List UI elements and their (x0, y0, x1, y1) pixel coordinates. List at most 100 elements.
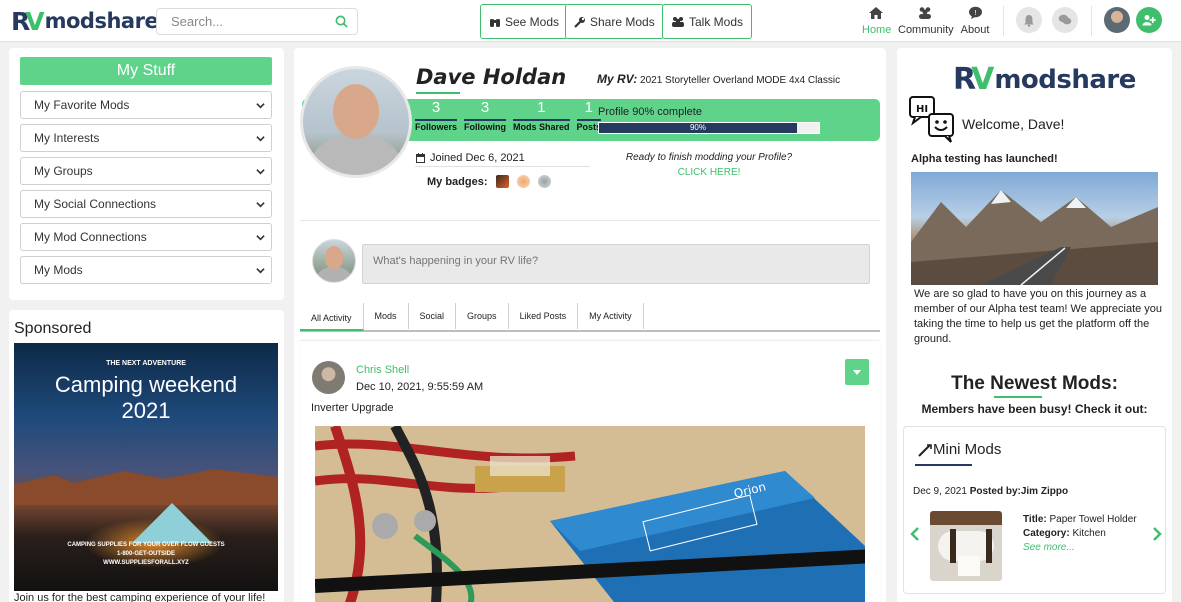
post-composer-input[interactable] (362, 244, 870, 284)
welcome-message: Welcome, Dave! (962, 116, 1065, 132)
chevron-down-icon (256, 235, 265, 241)
mini-mod-date: Dec 9, 2021 (913, 486, 967, 497)
profile-panel: 3 Followers 3 Following 1 Mods Shared 1 … (294, 48, 886, 602)
select-label: My Groups (34, 164, 93, 178)
newest-mods-title: The Newest Mods: (951, 373, 1118, 394)
mini-mod-thumbnail[interactable] (930, 511, 1002, 581)
my-mod-connections-select[interactable]: My Mod Connections (20, 223, 272, 251)
modshare-logo[interactable]: RV modshare (11, 7, 159, 36)
nav-community[interactable]: Community (898, 6, 954, 36)
calendar-icon (416, 153, 425, 163)
ad-title-line-2: 2021 (121, 398, 171, 423)
post-author-name[interactable]: Chris Shell (356, 364, 409, 376)
user-avatar[interactable] (1104, 7, 1130, 33)
nav-about[interactable]: ! About (960, 6, 990, 36)
select-label: My Mods (34, 263, 83, 277)
chevron-down-icon (256, 169, 265, 175)
profile-progress-label: Profile 90% complete (598, 106, 702, 118)
hi-chat-icon: HI (909, 96, 954, 143)
pencil-icon (918, 443, 932, 457)
joined-date: Joined Dec 6, 2021 (416, 152, 525, 164)
divider (300, 220, 880, 221)
sponsored-ad-image[interactable]: THE NEXT ADVENTURE Camping weekend 2021 … (14, 343, 278, 591)
mini-mod-info: Title: Paper Towel Holder Category: Kitc… (1023, 513, 1137, 555)
search-icon[interactable] (335, 15, 348, 33)
bell-icon (1024, 14, 1034, 27)
my-rv: My RV: 2021 Storyteller Overland MODE 4x… (597, 72, 840, 86)
stat-label: Following (464, 119, 507, 132)
stat-label: Followers (415, 119, 458, 132)
my-social-connections-select[interactable]: My Social Connections (20, 190, 272, 218)
mini-mod-meta: Dec 9, 2021 Posted by:Jim Zippo (913, 486, 1068, 497)
post-date: Dec 10, 2021, 9:55:59 AM (356, 381, 484, 393)
alpha-mountain-photo (911, 172, 1158, 285)
nav-community-label: Community (898, 24, 954, 36)
see-more-link[interactable]: See more... (1023, 541, 1137, 555)
chevron-down-icon (256, 103, 265, 109)
my-stuff-header[interactable]: My Stuff (20, 57, 272, 85)
badge-icon[interactable] (537, 175, 551, 188)
search-input[interactable] (157, 9, 327, 34)
profile-name: Dave Holdan (416, 65, 567, 89)
chevron-left-icon[interactable] (910, 527, 920, 541)
tab-liked-posts[interactable]: Liked Posts (509, 303, 579, 329)
modshare-logo-large: RV modshare (953, 62, 1136, 97)
my-mods-select[interactable]: My Mods (20, 256, 272, 284)
wrench-icon (574, 16, 585, 28)
stat-label: Mods Shared (513, 119, 570, 132)
tab-social[interactable]: Social (409, 303, 457, 329)
stat-followers[interactable]: 3 Followers (415, 99, 458, 132)
category-label: Category: (1023, 528, 1070, 539)
stat-mods-shared[interactable]: 1 Mods Shared (513, 99, 570, 132)
alpha-announcement-text: We are so glad to have you on this journ… (914, 288, 1163, 345)
share-mods-button[interactable]: Share Mods (565, 4, 664, 39)
chevron-down-icon (256, 202, 265, 208)
profile-progress-bar: 90% (598, 122, 820, 134)
ad-title-line-1: Camping weekend (54, 372, 238, 397)
badge-icon[interactable] (495, 175, 509, 188)
tab-all-activity[interactable]: All Activity (300, 303, 364, 331)
notifications-button[interactable] (1016, 7, 1042, 33)
posted-by-label: Posted by: (969, 486, 1021, 497)
post-options-button[interactable] (845, 359, 869, 385)
nav-home-label: Home (862, 24, 892, 36)
post-text: Inverter Upgrade (311, 402, 394, 414)
stat-value: 3 (431, 99, 441, 116)
ad-kicker: THE NEXT ADVENTURE (106, 360, 186, 367)
binoculars-icon (490, 18, 500, 27)
see-mods-button[interactable]: See Mods (480, 4, 569, 39)
stat-following[interactable]: 3 Following (464, 99, 507, 132)
my-groups-select[interactable]: My Groups (20, 157, 272, 185)
my-favorite-mods-select[interactable]: My Favorite Mods (20, 91, 272, 119)
add-user-icon (1142, 15, 1156, 26)
messages-button[interactable] (1052, 7, 1078, 33)
ad-line-1: CAMPING SUPPLIES FOR YOUR OVER FLOW GUES… (67, 542, 225, 548)
nav-divider (1003, 6, 1004, 36)
add-user-button[interactable] (1136, 7, 1162, 33)
ad-cliffs (14, 469, 278, 505)
chevron-right-icon[interactable] (1152, 527, 1162, 541)
inverter-photo: Orion (315, 426, 865, 602)
nav-home[interactable]: Home (862, 6, 892, 36)
name-underline (416, 92, 460, 94)
post-author-avatar[interactable] (312, 361, 345, 394)
progress-fill: 90% (599, 123, 797, 133)
chevron-down-icon (256, 268, 265, 274)
finish-profile-prompt: Ready to finish modding your Profile? (625, 152, 793, 163)
stat-value: 1 (537, 99, 546, 116)
logo-wordmark: modshare (44, 9, 159, 33)
finish-profile-link[interactable]: CLICK HERE! (614, 167, 804, 178)
badge-icon[interactable] (516, 175, 530, 188)
logo-wordmark: modshare (994, 64, 1136, 95)
post-image[interactable]: Orion (315, 426, 865, 602)
my-interests-select[interactable]: My Interests (20, 124, 272, 152)
posted-by-name[interactable]: Jim Zippo (1021, 486, 1068, 497)
talk-mods-label: Talk Mods (689, 14, 744, 29)
tab-mods[interactable]: Mods (364, 303, 409, 329)
tab-groups[interactable]: Groups (456, 303, 509, 329)
svg-text:!: ! (974, 9, 977, 17)
my-rv-value: 2021 Storyteller Overland MODE 4x4 Class… (640, 75, 841, 86)
profile-photo[interactable] (300, 66, 412, 178)
talk-mods-button[interactable]: Talk Mods (662, 4, 753, 39)
tab-my-activity[interactable]: My Activity (578, 303, 644, 329)
